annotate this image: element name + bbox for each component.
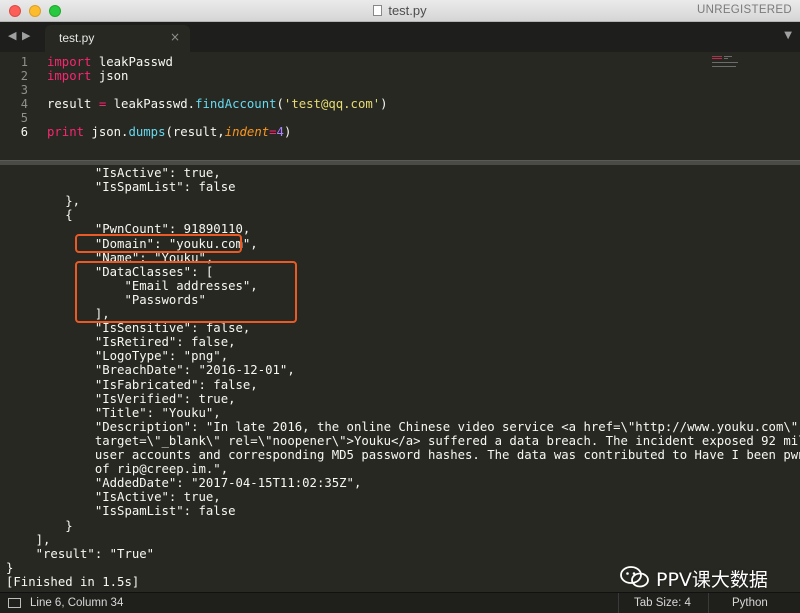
output-line: { bbox=[6, 208, 73, 223]
code-token: json. bbox=[84, 125, 129, 139]
line-number: 4 bbox=[20, 97, 28, 111]
code-token: findAccount bbox=[195, 97, 277, 111]
license-status: UNREGISTERED bbox=[697, 4, 792, 16]
output-line: "IsVerified": true, bbox=[6, 391, 236, 406]
output-line: "IsSensitive": false, bbox=[6, 321, 251, 336]
output-line: "LogoType": "png", bbox=[6, 349, 229, 364]
watermark-text: PPV课大数据 bbox=[656, 569, 768, 591]
domain-highlight-box bbox=[75, 234, 242, 253]
status-divider bbox=[708, 593, 709, 613]
tab-test-py[interactable]: test.py × bbox=[45, 25, 190, 52]
code-token: = bbox=[269, 125, 277, 139]
output-line: "IsRetired": false, bbox=[6, 335, 236, 350]
code-token: print bbox=[47, 125, 85, 139]
code-token: import bbox=[47, 55, 92, 69]
python-file-icon bbox=[373, 5, 383, 16]
wechat-icon bbox=[620, 566, 649, 588]
output-line: "AddedDate": "2017-04-15T11:02:35Z", bbox=[6, 476, 362, 491]
forward-arrow-icon[interactable]: ▶ bbox=[22, 29, 30, 42]
tab-bar: ◀ ▶ test.py × ▼ bbox=[0, 22, 800, 52]
panel-toggle-icon[interactable] bbox=[8, 598, 21, 608]
code-editor[interactable]: 1 2 3 4 5 6 import leakPasswd import jso… bbox=[0, 52, 800, 160]
output-line: user accounts and corresponding MD5 pass… bbox=[6, 448, 800, 462]
code-token: 'test@qq.com' bbox=[283, 97, 381, 111]
minimap-line bbox=[712, 58, 722, 59]
output-line: "IsActive": true, bbox=[6, 490, 221, 505]
output-line: "IsActive": true, bbox=[6, 166, 221, 180]
minimap-line bbox=[724, 58, 728, 59]
minimap-line bbox=[712, 62, 738, 63]
code-token: result bbox=[47, 97, 99, 111]
output-line: "IsSpamList": false bbox=[6, 504, 236, 519]
minimap-line bbox=[712, 66, 736, 67]
code-token: json bbox=[91, 69, 129, 83]
status-bar: Line 6, Column 34 Tab Size: 4 Python bbox=[0, 592, 800, 613]
output-line: "Title": "Youku", bbox=[6, 405, 221, 420]
window-title: test.py bbox=[388, 3, 427, 18]
cursor-position: Line 6, Column 34 bbox=[30, 597, 124, 609]
build-output-panel: "IsActive": true, "IsSpamList": false },… bbox=[0, 165, 800, 590]
output-line: ], bbox=[6, 532, 51, 547]
tab-menu-icon[interactable]: ▼ bbox=[784, 30, 792, 41]
status-divider bbox=[618, 593, 619, 613]
code-line-2: import json bbox=[47, 69, 128, 83]
back-arrow-icon[interactable]: ◀ bbox=[8, 29, 16, 42]
minimap[interactable] bbox=[712, 56, 752, 70]
line-number: 3 bbox=[20, 83, 28, 97]
code-token: ) bbox=[380, 97, 388, 111]
output-line: "Description": "In late 2016, the online… bbox=[6, 419, 799, 434]
code-token: ) bbox=[283, 125, 292, 139]
output-line: } bbox=[6, 560, 14, 575]
code-line-6: print json.dumps(result,indent=4) bbox=[47, 125, 291, 139]
output-line: [Finished in 1.5s] bbox=[6, 574, 140, 589]
code-token: (result, bbox=[165, 125, 225, 139]
dataclasses-highlight-box bbox=[75, 261, 297, 323]
tab-label: test.py bbox=[59, 31, 95, 45]
line-number: 1 bbox=[20, 55, 28, 69]
output-line: "IsFabricated": false, bbox=[6, 377, 258, 392]
output-line: "IsSpamList": false bbox=[6, 180, 236, 195]
minimap-line bbox=[712, 56, 722, 57]
code-token: leakPasswd bbox=[91, 55, 173, 69]
output-line: } bbox=[6, 518, 73, 533]
title-bar: test.py UNREGISTERED bbox=[0, 0, 800, 22]
code-token: leakPasswd. bbox=[106, 97, 196, 111]
tab-size-selector[interactable]: Tab Size: 4 bbox=[634, 597, 691, 609]
code-token: indent bbox=[224, 125, 270, 139]
output-line: of rip@creep.im.", bbox=[6, 462, 229, 477]
code-line-1: import leakPasswd bbox=[47, 55, 173, 69]
tab-close-icon[interactable]: × bbox=[170, 30, 180, 44]
code-token: dumps bbox=[128, 125, 166, 139]
output-line: "BreachDate": "2016-12-01", bbox=[6, 363, 295, 378]
output-line: }, bbox=[6, 194, 81, 209]
line-number: 2 bbox=[20, 69, 28, 83]
line-number: 5 bbox=[20, 111, 28, 125]
code-token: ( bbox=[276, 97, 284, 111]
code-token: import bbox=[47, 69, 92, 83]
output-line: "result": "True" bbox=[6, 546, 155, 561]
syntax-selector[interactable]: Python bbox=[732, 597, 768, 609]
line-number-active: 6 bbox=[20, 125, 28, 139]
code-token: 4 bbox=[276, 125, 284, 139]
output-line: target=\"_blank\" rel=\"noopener\">Youku… bbox=[6, 433, 800, 448]
window-title-wrap: test.py bbox=[0, 3, 800, 18]
minimap-line bbox=[724, 56, 732, 57]
code-line-4: result = leakPasswd.findAccount('test@qq… bbox=[47, 97, 388, 111]
